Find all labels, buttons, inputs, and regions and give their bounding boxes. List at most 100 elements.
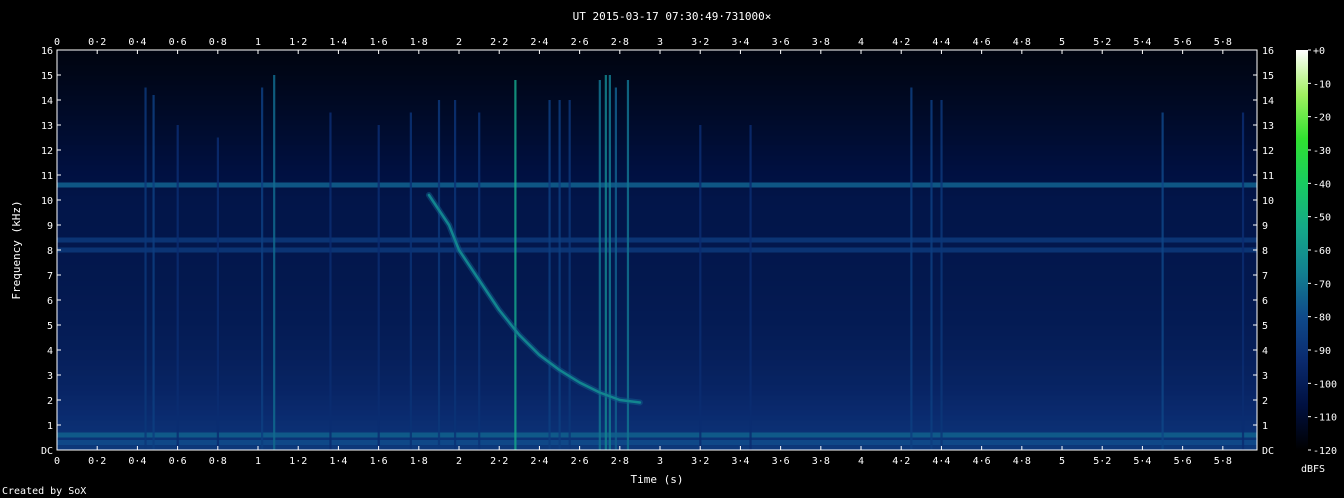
x-tick-label-top: 5·6 [1174, 37, 1192, 48]
impulse-mark [152, 95, 155, 450]
colorbar-tick-label: -100 [1313, 379, 1337, 390]
x-tick-label-bottom: 3·4 [731, 456, 749, 467]
y-tick-label-left: 1 [47, 421, 53, 432]
colorbar-tick-label: -110 [1313, 413, 1337, 424]
y-tick-label-left: 11 [41, 171, 53, 182]
spectrogram-figure: UT 2015-03-17 07:30:49·731000× 0 0 0·2 0·2 0… [2, 10, 1337, 497]
noise-band [57, 135, 1257, 141]
x-tick-label-top: 1·2 [289, 37, 307, 48]
impulse-mark [1161, 112, 1164, 450]
x-tick-label-bottom: 0·4 [128, 456, 146, 467]
y-tick-label-left: 13 [41, 121, 53, 132]
impulse-mark [626, 80, 630, 450]
tone-line [57, 440, 1257, 445]
noise-band [57, 160, 1257, 166]
noise-band [57, 215, 1257, 221]
noise-band [57, 70, 1257, 76]
noise-band [57, 150, 1257, 156]
impulse-mark [216, 137, 220, 450]
noise-band [57, 395, 1257, 401]
noise-band [57, 420, 1257, 426]
x-tick-label-bottom: 4·2 [892, 456, 910, 467]
x-tick-label-bottom: 0 [54, 456, 60, 467]
y-tick-label-right: 12 [1262, 146, 1274, 157]
noise-band [57, 220, 1257, 226]
noise-band [57, 380, 1257, 386]
x-tick-label-bottom: 0·2 [88, 456, 106, 467]
noise-band [57, 105, 1257, 111]
x-tick-label-top: 1 [255, 37, 261, 48]
x-tick-label-bottom: 5·8 [1214, 456, 1232, 467]
noise-band [57, 365, 1257, 371]
colorbar-tick-label: -80 [1313, 313, 1331, 324]
impulse-mark [409, 112, 412, 450]
x-tick-label-top: 0·4 [128, 37, 146, 48]
x-tick-label-bottom: 4·4 [932, 456, 950, 467]
colorbar-ticks: +0 -10 -20 -30 -40 -50 -60 -70 -80 -90 -100 -110 -12… [1308, 46, 1337, 457]
colorbar-tick-label: -40 [1313, 179, 1331, 190]
y-tick-label-right: 10 [1262, 196, 1274, 207]
impulse-mark [514, 80, 517, 450]
x-tick-label-top: 4·2 [892, 37, 910, 48]
noise-band [57, 300, 1257, 306]
x-tick-label-bottom: 1·6 [370, 456, 388, 467]
y-tick-label-left: 9 [47, 221, 53, 232]
impulse-mark [261, 87, 264, 450]
noise-band [57, 405, 1257, 411]
noise-band [57, 80, 1257, 86]
colorbar: +0 -10 -20 -30 -40 -50 -60 -70 -80 -90 -100 -110 -12… [1296, 46, 1337, 475]
x-tick-label-top: 2·8 [611, 37, 629, 48]
impulse-mark [1241, 112, 1245, 450]
colorbar-tick-label: +0 [1313, 46, 1325, 57]
impulse-mark [377, 125, 380, 450]
noise-band [57, 120, 1257, 126]
x-tick-label-bottom: 4 [858, 456, 864, 467]
noise-band [57, 165, 1257, 171]
x-tick-label-top: 4·8 [1013, 37, 1031, 48]
noise-band [57, 265, 1257, 271]
x-tick-label-top: 2·4 [530, 37, 548, 48]
y-tick-label-right: 16 [1262, 46, 1274, 57]
footer-credit: Created by SoX [2, 486, 86, 497]
y-tick-label-left: 8 [47, 246, 53, 257]
x-tick-label-bottom: 5·2 [1093, 456, 1111, 467]
tone-line [57, 432, 1257, 438]
x-tick-label-top: 2·2 [490, 37, 508, 48]
noise-band [57, 140, 1257, 146]
x-tick-label-top: 3·2 [691, 37, 709, 48]
x-tick-label-top: 1·8 [410, 37, 428, 48]
x-tick-label-bottom: 2·4 [530, 456, 548, 467]
colorbar-tick-label: -50 [1313, 213, 1331, 224]
y-tick-label-right: 15 [1262, 71, 1274, 82]
noise-band [57, 125, 1257, 131]
impulse-mark [699, 125, 702, 450]
noise-band [57, 375, 1257, 381]
y-tick-label-left: 7 [47, 271, 53, 282]
noise-band [57, 415, 1257, 421]
noise-band [57, 320, 1257, 326]
noise-band [57, 260, 1257, 266]
noise-band [57, 275, 1257, 281]
tone-line [57, 182, 1257, 188]
noise-band [57, 145, 1257, 151]
impulse-mark [749, 125, 752, 450]
y-tick-label-left: 12 [41, 146, 53, 157]
noise-band [57, 230, 1257, 236]
impulse-mark [453, 100, 457, 450]
colorbar-tick-label: -120 [1313, 446, 1337, 457]
impulse-mark [558, 100, 561, 450]
y-axis-label: Frequency (kHz) [10, 200, 23, 299]
noise-band [57, 280, 1257, 286]
y-tick-label-right: 14 [1262, 96, 1274, 107]
noise-band [57, 400, 1257, 406]
noise-band [57, 95, 1257, 101]
colorbar-tick-label: -90 [1313, 346, 1331, 357]
x-tick-label-bottom: 1 [255, 456, 261, 467]
impulse-mark [930, 100, 933, 450]
y-tick-label-left: 6 [47, 296, 53, 307]
noise-band [57, 55, 1257, 61]
x-tick-label-top: 2 [456, 37, 462, 48]
noise-band [57, 370, 1257, 376]
noise-band [57, 340, 1257, 346]
x-tick-label-bottom: 1·4 [329, 456, 347, 467]
